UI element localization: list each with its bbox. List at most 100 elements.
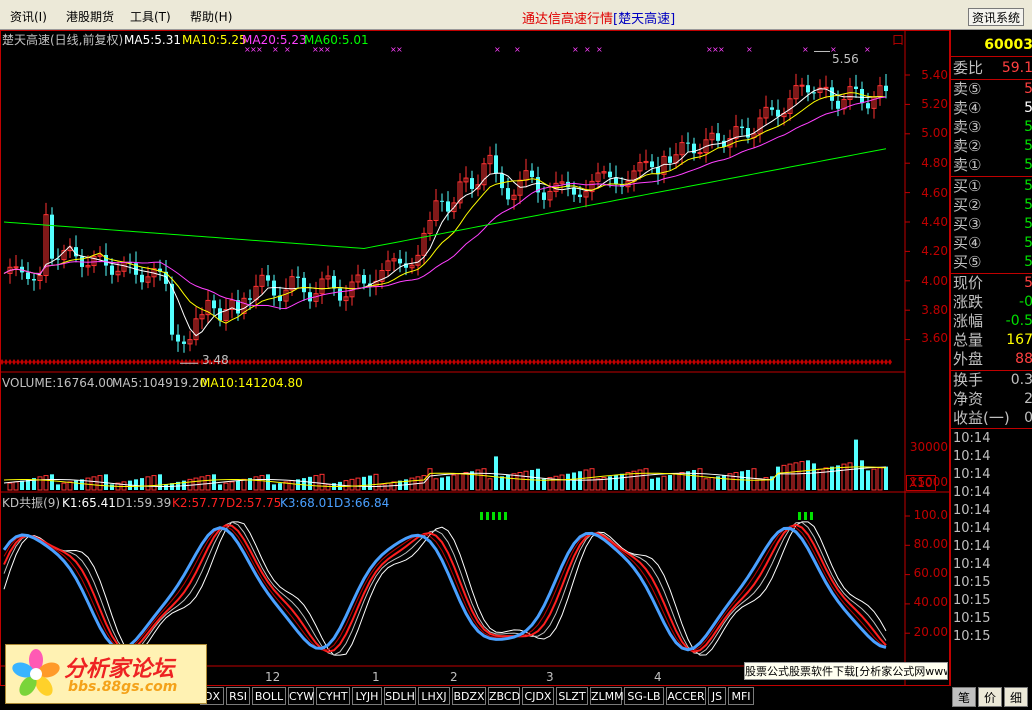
volume-bar-up — [151, 475, 157, 491]
menu-help[interactable]: 帮助(H) — [190, 8, 232, 25]
volume-ma5-label: MA5:104919.20 — [112, 376, 208, 390]
volume-bar-up — [703, 478, 709, 491]
tick-time: 10:14 — [953, 521, 991, 536]
tab-trades[interactable]: 笔 — [952, 687, 976, 707]
band-mark — [716, 359, 720, 365]
forum-logo-url: bbs.88gs.com — [68, 679, 178, 695]
band-mark — [188, 359, 192, 365]
tab-indicator[interactable]: SLZT — [556, 687, 588, 705]
menu-hk-futures[interactable]: 港股期货 — [66, 8, 114, 25]
candle-down — [470, 178, 474, 189]
volume-bar-down — [572, 472, 576, 490]
signal-x-mark: × — [584, 45, 591, 54]
volume-bar-down — [722, 475, 726, 490]
tab-indicator[interactable]: ZLMM — [590, 687, 624, 705]
band-mark — [112, 359, 116, 365]
info-system-button[interactable]: 资讯系统 — [968, 8, 1024, 26]
tab-indicator[interactable]: CYHT — [316, 687, 350, 705]
tab-indicator[interactable]: SG-LB — [624, 687, 664, 705]
volume-bar-up — [799, 461, 805, 491]
tab-indicator[interactable]: SDLH — [384, 687, 416, 705]
candle-down — [812, 92, 816, 94]
candle-down — [182, 341, 186, 344]
volume-bar-up — [751, 468, 757, 491]
kd-k2-line — [3, 523, 887, 653]
tab-indicator[interactable]: MFI — [728, 687, 754, 705]
band-mark — [28, 359, 32, 365]
volume-bar-up — [877, 467, 883, 491]
volume-bar-down — [50, 474, 54, 490]
volume-bar-down — [776, 466, 780, 490]
tab-indicator[interactable]: RSI — [226, 687, 250, 705]
candle-down — [248, 298, 252, 300]
band-mark — [564, 359, 568, 365]
tick-time: 10:14 — [953, 539, 991, 554]
band-mark — [748, 359, 752, 365]
band-mark — [128, 359, 132, 365]
tab-indicator[interactable]: ACCER — [666, 687, 706, 705]
band-mark — [684, 359, 688, 365]
tab-indicator[interactable]: CYW — [288, 687, 314, 705]
band-mark — [656, 359, 660, 365]
volume-bar-up — [823, 467, 829, 491]
chart-canvas[interactable]: × × × × × × × × × × × × × × × × × × × × × × — [0, 30, 950, 686]
band-mark — [512, 359, 516, 365]
tab-indicator[interactable]: ZBCD — [488, 687, 520, 705]
band-mark — [516, 359, 520, 365]
candle-up — [697, 152, 703, 155]
tick-time: 10:14 — [953, 485, 991, 500]
quote-row-label: 现价 — [953, 274, 984, 292]
volume-bar-up — [259, 475, 265, 491]
detail-tabs: 笔 价 细 — [950, 686, 1032, 710]
volume-bar-up — [841, 463, 847, 491]
tab-indicator[interactable]: CJDX — [522, 687, 554, 705]
kd-k1-line — [3, 521, 887, 656]
band-mark — [764, 359, 768, 365]
kd-d2-label: D2:57.75 — [226, 496, 282, 510]
tab-indicator[interactable]: JS — [708, 687, 726, 705]
band-mark — [184, 359, 188, 365]
ad-banner[interactable]: 股票公式股票软件下载[分析家公式网www.88gs.com] — [744, 662, 948, 680]
volume-bar-down — [866, 470, 870, 490]
band-mark — [240, 359, 244, 365]
candle-up — [823, 86, 829, 89]
chart-area[interactable]: × × × × × × × × × × × × × × × × × × × × × × 楚天高速(日线,前复权) MA5:… — [0, 30, 1032, 710]
band-mark — [420, 359, 424, 365]
tick-row: 10:14 — [951, 447, 1032, 466]
candle-down — [110, 265, 114, 275]
tab-indicator[interactable]: BOLL — [252, 687, 286, 705]
panel-toggle-icon[interactable]: 口 — [892, 33, 904, 47]
ma60-line — [3, 148, 887, 249]
tab-detail[interactable]: 细 — [1004, 687, 1028, 707]
kd-title: KD共振(9) — [2, 496, 61, 510]
candle-down — [446, 201, 450, 212]
menu-info[interactable]: 资讯(I) — [10, 8, 47, 25]
volume-bar-up — [427, 468, 433, 491]
band-mark — [436, 359, 440, 365]
tab-indicator[interactable]: BDZX — [452, 687, 486, 705]
band-mark — [444, 359, 448, 365]
band-mark — [824, 359, 828, 365]
tab-indicator[interactable]: LYJH — [352, 687, 382, 705]
tab-price[interactable]: 价 — [978, 687, 1002, 707]
candle-down — [668, 156, 672, 163]
band-mark — [16, 359, 20, 365]
band-mark — [52, 359, 56, 365]
menu-tools[interactable]: 工具(T) — [130, 8, 171, 25]
band-mark — [260, 359, 264, 365]
tab-indicator[interactable]: LHXJ — [418, 687, 450, 705]
band-mark — [828, 359, 832, 365]
quote-panel: 60003 委比 59.1 卖⑤ 5 卖④ 5 卖③ 5 卖② 5 卖① 5 买① 5 买② 5… — [950, 30, 1032, 686]
volume-bar-down — [362, 476, 366, 490]
volume-bar-up — [793, 462, 799, 491]
candle-down — [26, 272, 30, 280]
candle-down — [836, 100, 840, 109]
chart-frame — [0, 30, 950, 686]
sell2-value: 5 — [1024, 138, 1032, 154]
band-mark — [484, 359, 488, 365]
band-mark — [504, 359, 508, 365]
weibi-value: 59.1 — [1001, 60, 1032, 76]
band-mark — [804, 359, 808, 365]
quote-row-label: 总量 — [953, 331, 984, 349]
candle-down — [500, 173, 504, 189]
